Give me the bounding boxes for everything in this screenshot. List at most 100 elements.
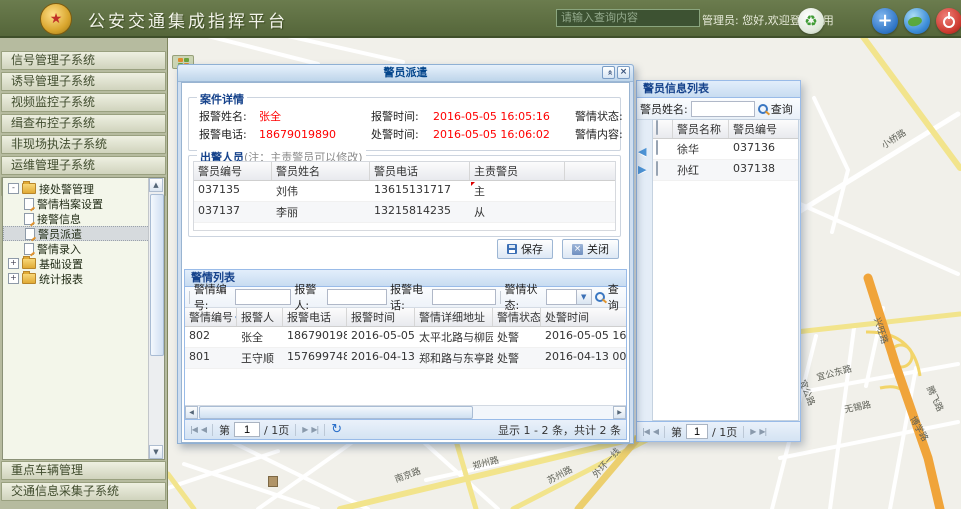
status-select[interactable]: ▼ [546,289,592,305]
tree-node-basic-settings[interactable]: + 基础设置 [3,256,164,271]
page-number-input[interactable] [234,422,260,437]
column-header[interactable]: 警员编号 [194,162,272,180]
alert-no-input[interactable] [235,289,291,305]
officer-panel-title: 警员信息列表 [637,81,800,98]
alert-row[interactable]: 801 王守顺 15769974813 2016-04-13 12:... 郑和… [185,348,626,369]
scroll-left-icon[interactable]: ◀ [185,406,198,419]
transfer-right-icon[interactable]: ▶ [638,163,646,176]
tree-node-root[interactable]: - 接处警管理 [3,181,164,196]
select-all-header[interactable] [653,120,673,138]
scroll-down-icon[interactable]: ▼ [149,445,163,459]
field-value: 2016-05-05 16:06:02 [433,128,575,141]
sidebar-item-key-vehicles[interactable]: 重点车辆管理 [1,461,166,480]
cell: 刘伟 [272,181,370,201]
column-header[interactable]: 警员编号 [729,120,798,138]
dispatch-row[interactable]: 037137 李丽 13215814235 从 [194,202,615,223]
sidebar-item-video[interactable]: 视频监控子系统 [1,93,166,112]
tree-node-officer-dispatch[interactable]: 警员派遣 [3,226,164,241]
column-header[interactable]: 警员名称 [673,120,729,138]
refresh-icon[interactable]: ↻ [331,423,342,436]
officer-name-input[interactable] [691,101,755,117]
recycle-icon[interactable]: ♻ [798,8,824,34]
tree-node-label: 警员派遣 [38,226,82,242]
field-label: 处警时间: [371,126,433,142]
prev-page-icon[interactable]: ◀ [653,427,658,436]
officer-search-button[interactable]: 查询 [758,101,793,117]
dispatch-row[interactable]: 037135 刘伟 13615131717 主 [194,181,615,202]
column-header[interactable]: 报警电话 [283,308,347,326]
alert-filter-toolbar: 警情编号: 报警人: 报警电话: 警情状态: ▼ 查询 [185,287,626,308]
column-header[interactable]: 警情详细地址 [415,308,493,326]
tree-collapse-icon[interactable]: - [8,183,19,194]
next-page-icon[interactable]: ▶ [302,425,307,434]
tree-expand-icon[interactable]: + [8,258,19,269]
tree-node-reports[interactable]: + 统计报表 [3,271,164,286]
tree-expand-icon[interactable]: + [8,273,19,284]
column-header[interactable]: 报警人 [237,308,283,326]
sidebar-item-investigation[interactable]: 缉查布控子系统 [1,114,166,133]
scroll-right-icon[interactable]: ▶ [613,406,626,419]
officer-row[interactable]: 孙红 037138 [653,160,798,181]
police-badge-logo: ★ [40,3,72,35]
officer-info-panel: 警员信息列表 警员姓名: 查询 ◀ ▶ 警员名称 警员编号 [636,80,801,442]
cell-main-officer[interactable]: 从 [470,202,565,222]
column-header[interactable]: 警员电话 [370,162,470,180]
first-page-icon[interactable]: |◀ [642,427,649,436]
reporter-input[interactable] [327,289,387,305]
sidebar-item-offsite[interactable]: 非现场执法子系统 [1,135,166,154]
apps-grid-icon[interactable] [840,10,860,30]
alert-row[interactable]: 802 张全 18679019890 2016-05-05 16:... 太平北… [185,327,626,348]
next-page-icon[interactable]: ▶ [750,427,755,436]
chevron-down-icon[interactable]: ▼ [576,290,591,304]
app-root: 小桥路 兴旺路 宜公东路 宜公路 无锡路 腾飞路 博学路 南京路 郑州路 苏州路… [0,0,961,509]
cell: 李丽 [272,202,370,222]
last-page-icon[interactable]: ▶| [311,425,318,434]
field-label: 报警电话: [199,126,259,142]
sidebar-item-traffic-info[interactable]: 交通信息采集子系统 [1,482,166,501]
global-search-input[interactable] [556,9,700,27]
sidebar-item-operations[interactable]: 运维管理子系统 [1,156,166,175]
collapse-icon[interactable]: « [602,66,615,79]
tree-scrollbar[interactable]: ▲ ▼ [148,178,164,459]
scrollbar-thumb[interactable] [150,194,164,356]
prev-page-icon[interactable]: ◀ [201,425,206,434]
phone-input[interactable] [432,289,496,305]
horizontal-scrollbar[interactable]: ◀ ▶ [185,405,626,419]
cell-main-officer[interactable]: 主 [470,181,565,201]
transfer-left-icon[interactable]: ◀ [638,145,646,158]
column-header[interactable]: 警情状态 [493,308,541,326]
cell: 037136 [729,139,798,159]
page-number-input[interactable] [686,424,708,439]
checkbox-icon[interactable] [656,140,658,155]
officer-row[interactable]: 徐华 037136 [653,139,798,160]
close-icon[interactable]: × [617,66,630,79]
tree-node-archive-setting[interactable]: 警情档案设置 [3,196,164,211]
scroll-up-icon[interactable]: ▲ [149,178,163,192]
sidebar-item-signal[interactable]: 信号管理子系统 [1,51,166,70]
checkbox-icon[interactable] [656,161,658,176]
last-page-icon[interactable]: ▶| [759,427,766,436]
tree-node-alert-entry[interactable]: 警情录入 [3,241,164,256]
sidebar: 信号管理子系统 诱导管理子系统 视频监控子系统 缉查布控子系统 非现场执法子系统… [0,38,168,509]
column-header[interactable]: 处警时间 [541,308,626,326]
dialog-titlebar[interactable]: 警员派遣 « × [178,65,633,82]
column-header-sorted[interactable]: 警情编号▼ [185,308,237,326]
close-button[interactable]: × 关闭 [562,239,619,259]
checkbox-icon[interactable] [656,120,658,135]
add-icon[interactable]: + [872,8,898,34]
cell: 郑和路与东亭路交... [415,348,493,368]
cell: 太平北路与柳园路... [415,327,493,347]
globe-icon[interactable] [904,8,930,34]
column-header[interactable]: 警员姓名 [272,162,370,180]
first-page-icon[interactable]: |◀ [190,425,197,434]
officer-pagination-bar: |◀ ◀ 第 / 1页 ▶ ▶| [637,421,800,441]
scrollbar-thumb[interactable] [199,406,473,419]
sidebar-item-guidance[interactable]: 诱导管理子系统 [1,72,166,91]
cell: 802 [185,327,237,347]
power-logout-icon[interactable] [936,8,961,34]
tree-node-alert-info[interactable]: 接警信息 [3,211,164,226]
column-header[interactable]: 报警时间 [347,308,415,326]
save-button[interactable]: 保存 [497,239,553,259]
case-detail-fieldset: 案件详情 报警姓名: 张全 报警时间: 2016-05-05 16:05:16 … [188,97,621,151]
column-header[interactable]: 主责警员 [470,162,565,180]
